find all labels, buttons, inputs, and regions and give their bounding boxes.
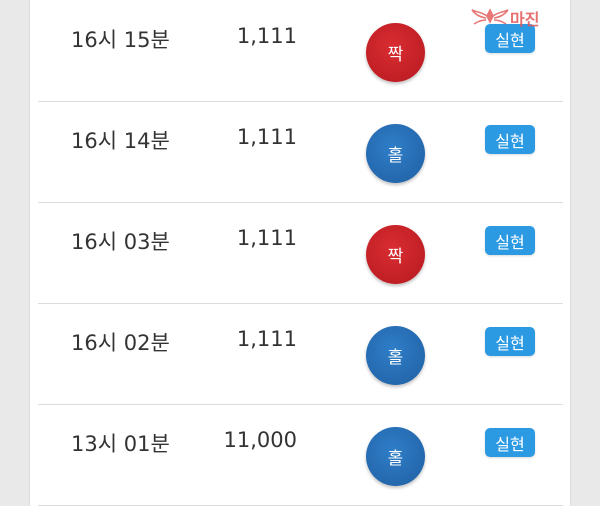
bet-amount: 1,111 <box>236 327 297 351</box>
list-item[interactable]: 16시 14분 1,111 홀 실현 <box>38 101 563 203</box>
bet-amount: 1,111 <box>236 24 297 48</box>
bet-time: 16시 03분 <box>71 230 170 254</box>
list-item[interactable]: 16시 02분 1,111 홀 실현 <box>38 303 563 405</box>
status-badge[interactable]: 실현 <box>485 428 535 457</box>
result-odd-badge: 홀 <box>366 124 425 183</box>
status-badge[interactable]: 실현 <box>485 226 535 255</box>
bet-time: 16시 15분 <box>71 28 170 52</box>
wing-emblem-icon <box>471 8 509 25</box>
watermark-text: 마진 <box>510 10 540 29</box>
bet-time: 16시 02분 <box>71 331 170 355</box>
bet-amount: 11,000 <box>223 428 297 452</box>
site-watermark-logo: 마진 <box>470 4 596 36</box>
bet-time: 13시 01분 <box>71 432 170 456</box>
bet-history-panel: 16시 15분 1,111 짝 실현 16시 14분 1,111 홀 실현 16… <box>30 0 570 506</box>
list-item[interactable]: 13시 01분 11,000 홀 실현 <box>38 404 563 506</box>
bet-amount: 1,111 <box>236 125 297 149</box>
result-odd-badge: 홀 <box>366 427 425 486</box>
result-even-badge: 짝 <box>366 225 425 284</box>
result-even-badge: 짝 <box>366 23 425 82</box>
list-item[interactable]: 16시 03분 1,111 짝 실현 <box>38 202 563 304</box>
bet-time: 16시 14분 <box>71 129 170 153</box>
bet-amount: 1,111 <box>236 226 297 250</box>
status-badge[interactable]: 실현 <box>485 327 535 356</box>
result-odd-badge: 홀 <box>366 326 425 385</box>
status-badge[interactable]: 실현 <box>485 125 535 154</box>
